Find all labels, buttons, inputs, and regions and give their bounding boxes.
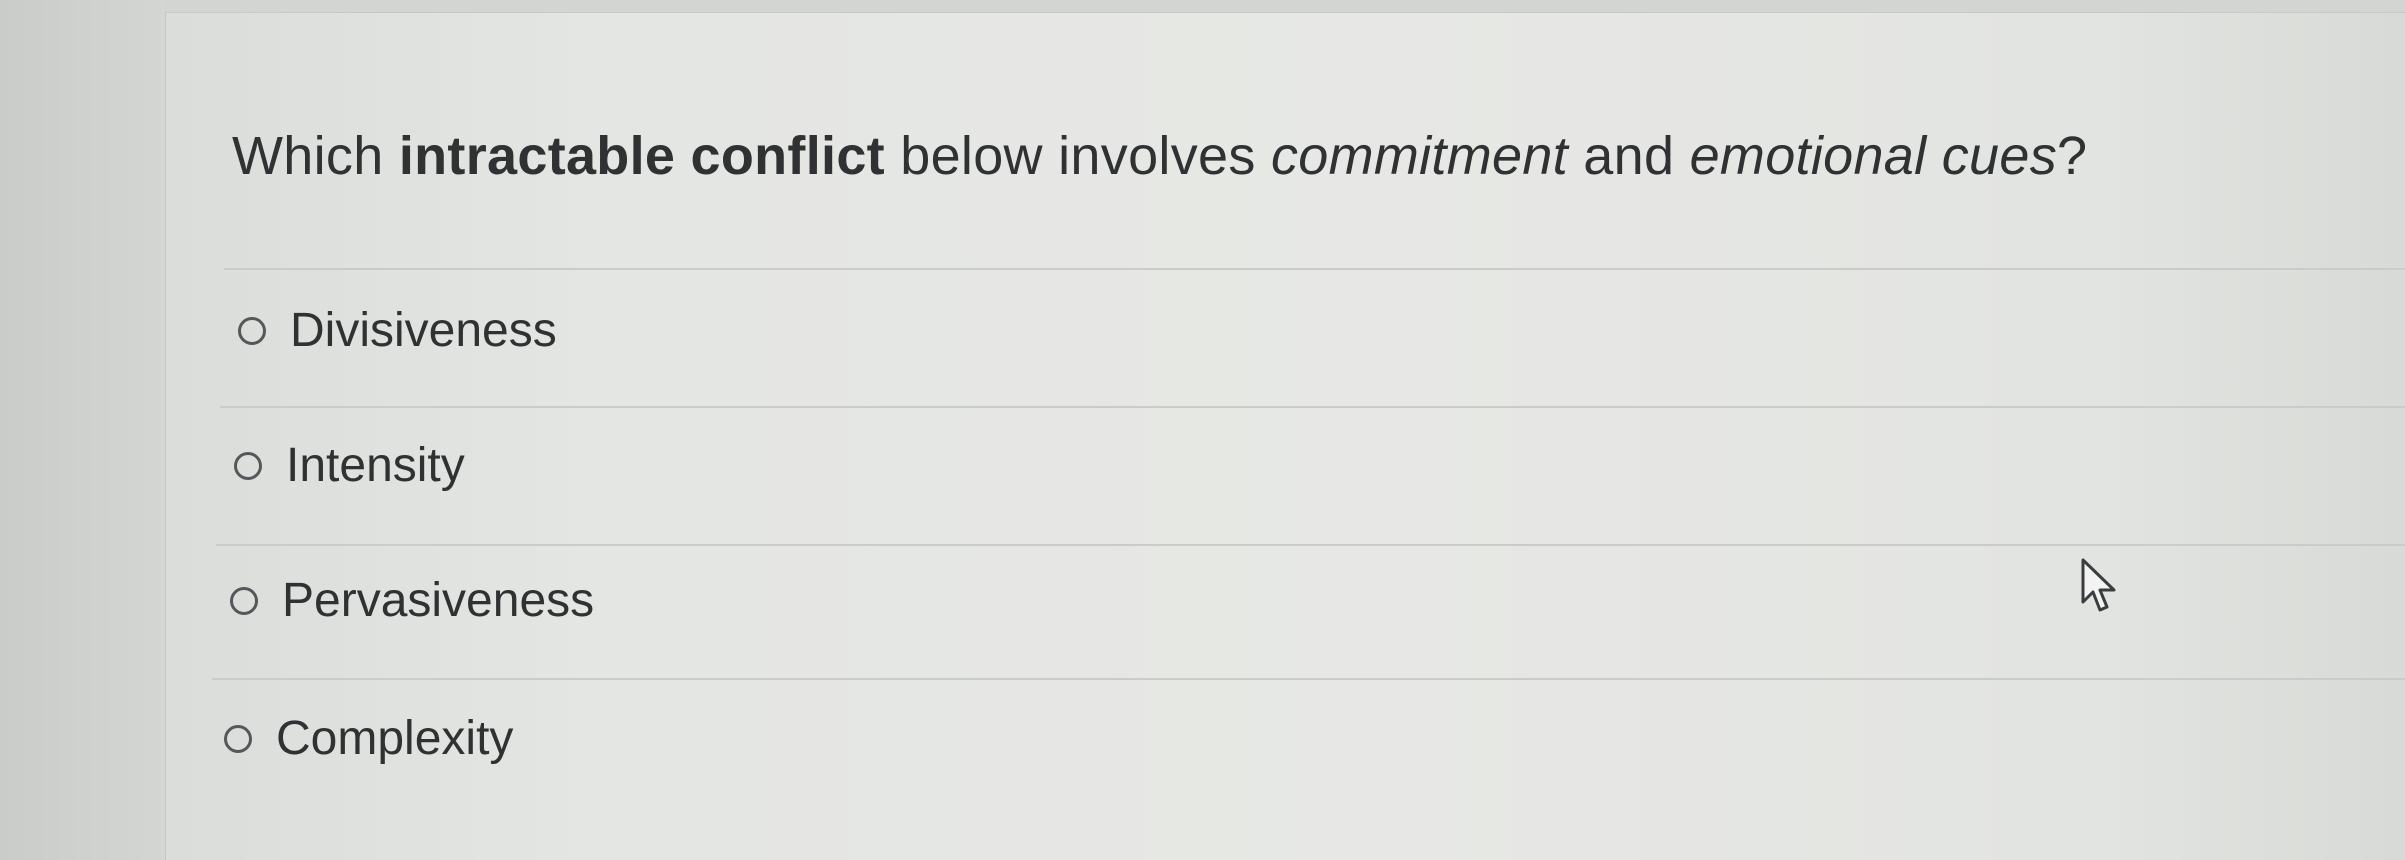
question-panel: Which intractable conflict below involve… xyxy=(166,13,2405,860)
option-label[interactable]: Pervasiveness xyxy=(282,573,594,628)
question-part-3: and xyxy=(1567,126,1690,186)
radio-unchecked-icon[interactable] xyxy=(234,451,262,480)
radio-unchecked-icon[interactable] xyxy=(224,724,252,753)
option-intensity[interactable]: Intensity xyxy=(234,438,465,493)
option-label[interactable]: Divisiveness xyxy=(290,303,557,358)
option-divisiveness[interactable]: Divisiveness xyxy=(238,303,557,358)
divider xyxy=(224,268,2405,270)
radio-unchecked-icon[interactable] xyxy=(230,586,258,615)
question-italic-term-1: commitment xyxy=(1270,126,1568,186)
question-part-4: ? xyxy=(2057,126,2088,186)
divider xyxy=(212,678,2405,680)
question-bold-term: intractable conflict xyxy=(398,126,885,186)
option-pervasiveness[interactable]: Pervasiveness xyxy=(230,573,594,628)
screen: Which intractable conflict below involve… xyxy=(0,0,2405,860)
option-label[interactable]: Complexity xyxy=(276,711,513,766)
question-italic-term-2: emotional cues xyxy=(1689,126,2058,186)
mouse-pointer-icon xyxy=(2081,558,2116,612)
option-label[interactable]: Intensity xyxy=(286,438,465,493)
divider xyxy=(220,406,2405,408)
question-part-1: Which xyxy=(232,126,399,186)
radio-unchecked-icon[interactable] xyxy=(238,316,266,345)
divider xyxy=(216,544,2405,546)
option-complexity[interactable]: Complexity xyxy=(224,711,513,766)
top-edge xyxy=(165,0,2405,13)
question-text: Which intractable conflict below involve… xyxy=(232,125,2087,187)
question-part-2: below involves xyxy=(884,126,1271,186)
left-gutter xyxy=(0,0,166,860)
